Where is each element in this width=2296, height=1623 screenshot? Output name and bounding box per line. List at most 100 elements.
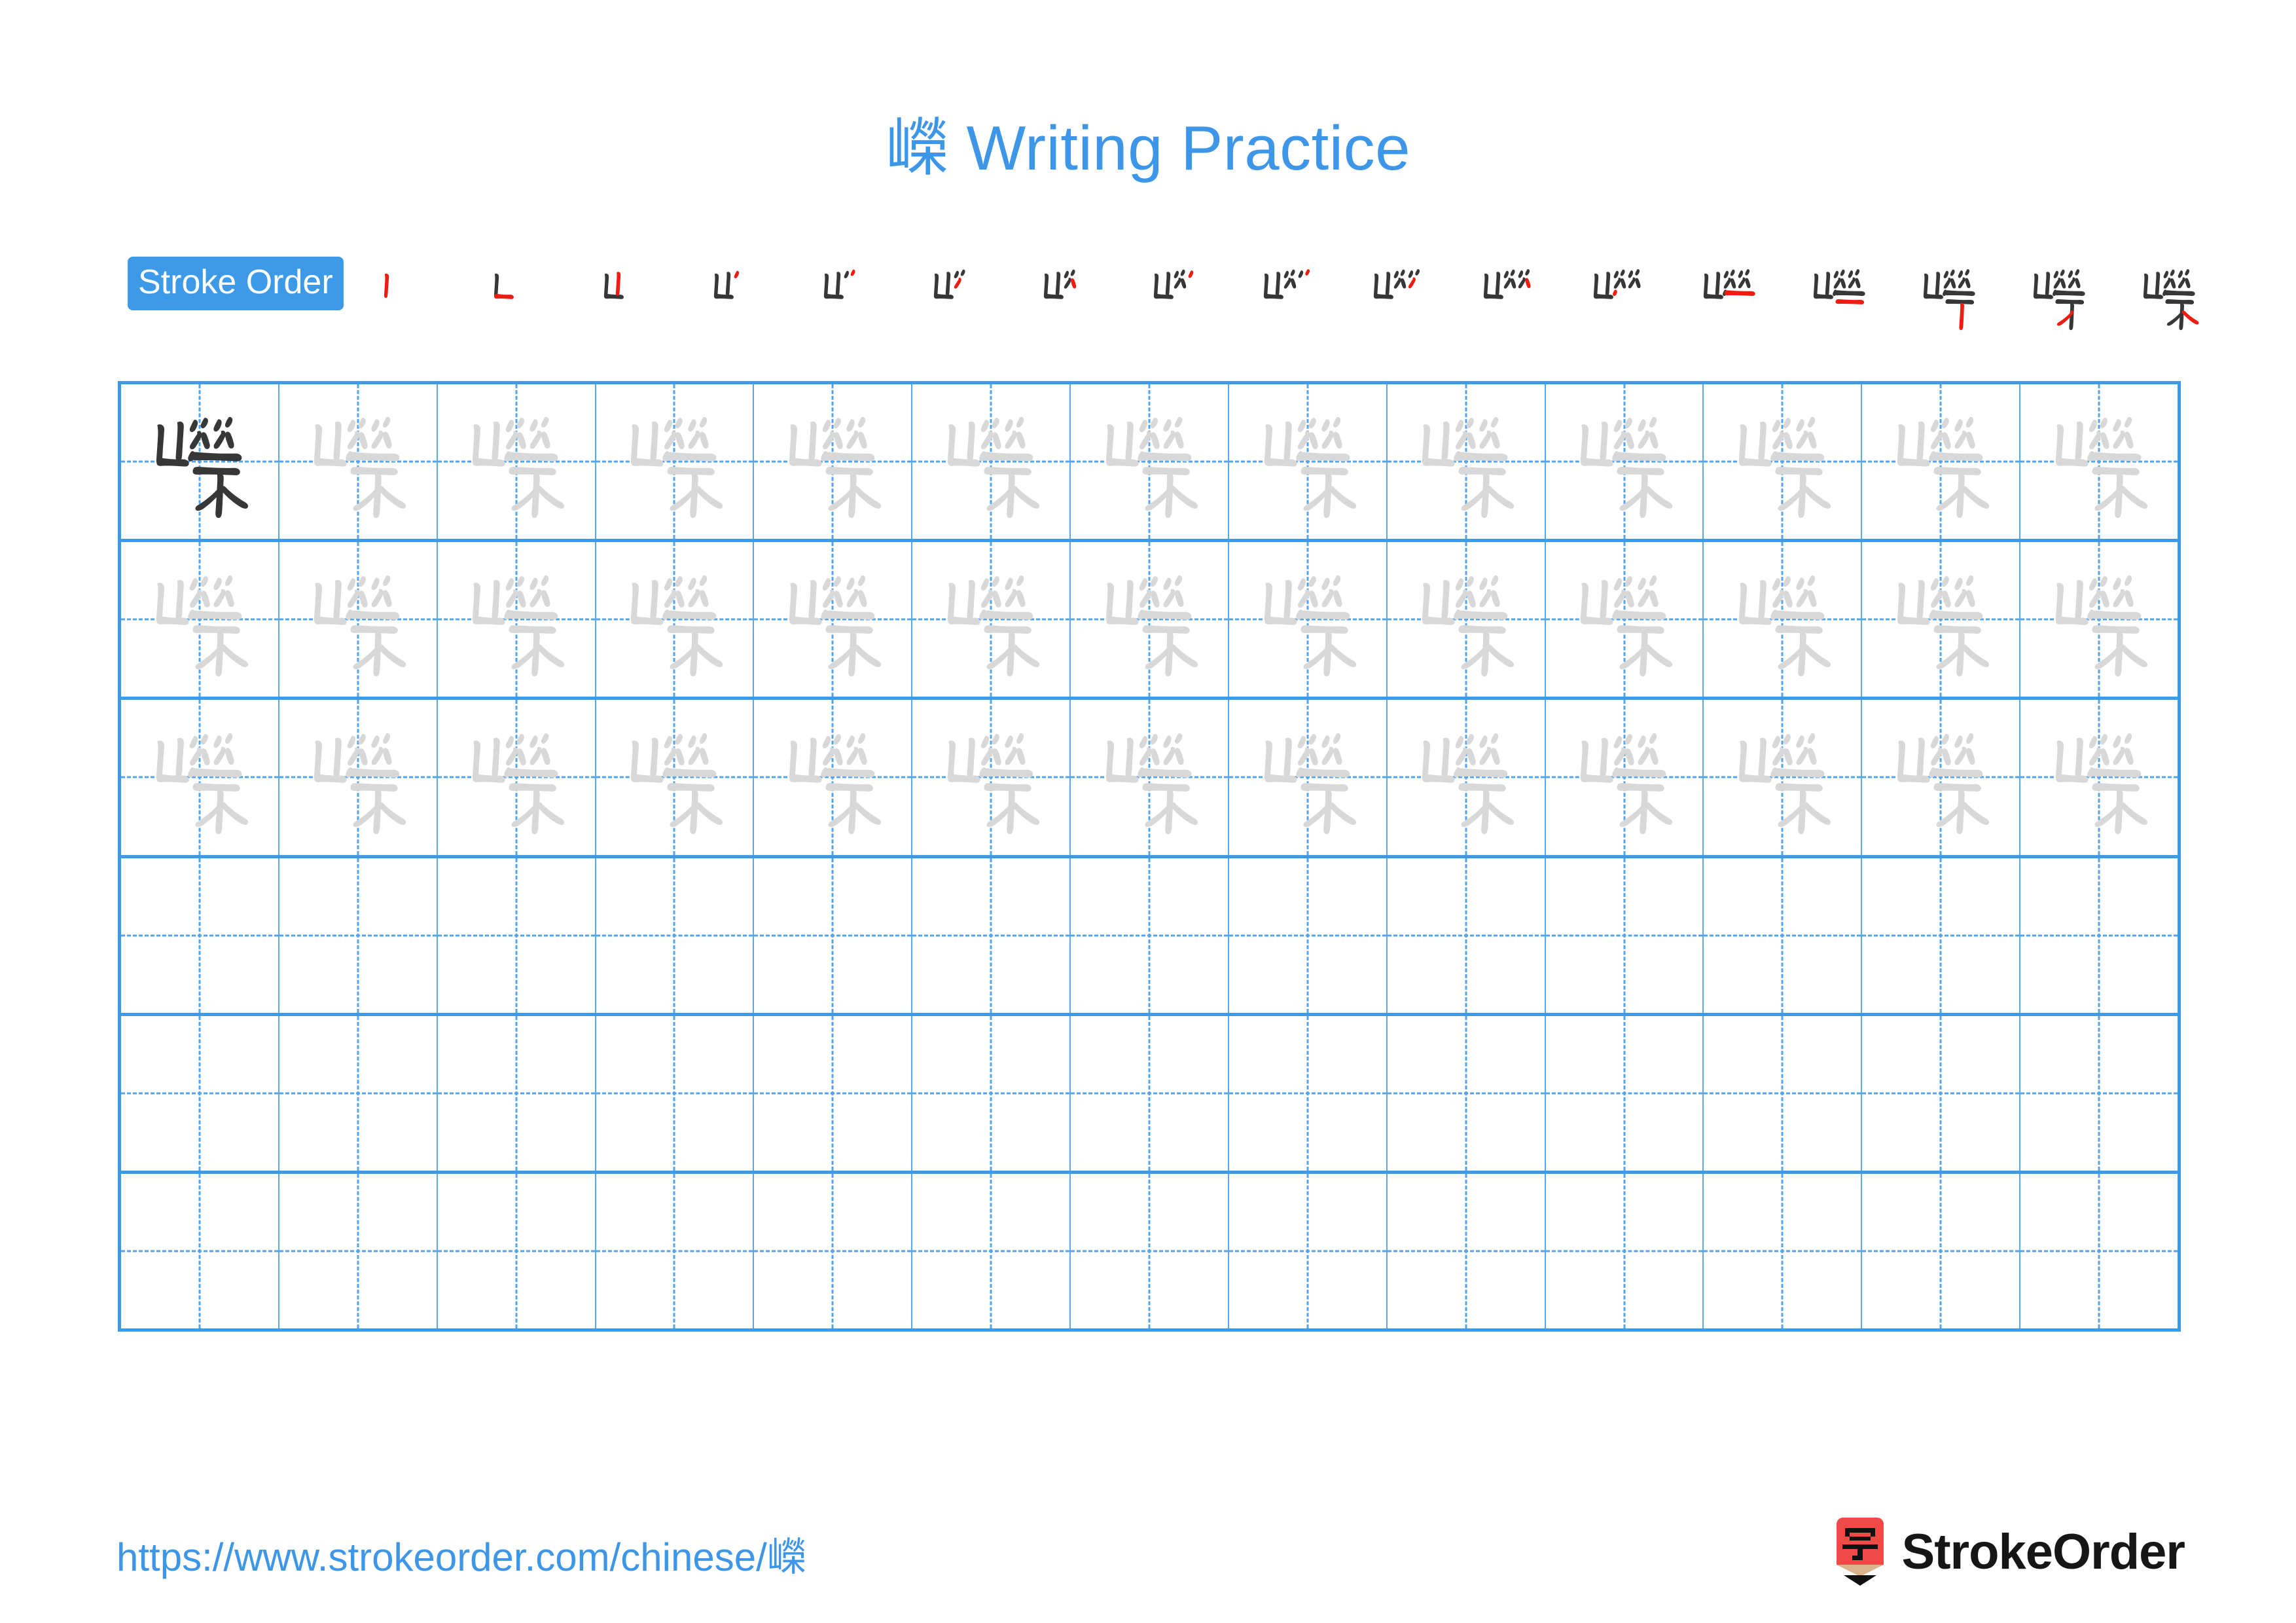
practice-cell-r5c6[interactable] (912, 1015, 1071, 1171)
practice-cell-r4c9[interactable] (1388, 858, 1546, 1013)
practice-cell-r3c1[interactable] (121, 700, 279, 855)
stroke-step-3 (575, 255, 685, 340)
practice-cell-r5c12[interactable] (1862, 1015, 2021, 1171)
trace-character (1229, 700, 1386, 854)
practice-cell-r3c3[interactable] (438, 700, 596, 855)
practice-cell-r1c3[interactable] (438, 384, 596, 539)
practice-cell-r1c10[interactable] (1546, 384, 1704, 539)
practice-cell-r5c2[interactable] (279, 1015, 438, 1171)
practice-cell-r4c1[interactable] (121, 858, 279, 1013)
practice-cell-r6c6[interactable] (912, 1173, 1071, 1329)
practice-cell-r3c10[interactable] (1546, 700, 1704, 855)
practice-cell-r6c8[interactable] (1229, 1173, 1388, 1329)
stroke-step-2 (465, 255, 575, 340)
practice-cell-r1c5[interactable] (754, 384, 913, 539)
practice-cell-r6c12[interactable] (1862, 1173, 2021, 1329)
practice-cell-r1c9[interactable] (1388, 384, 1546, 539)
practice-cell-r2c4[interactable] (596, 542, 755, 697)
practice-cell-r2c2[interactable] (279, 542, 438, 697)
practice-cell-r4c3[interactable] (438, 858, 596, 1013)
practice-cell-r2c12[interactable] (1862, 542, 2021, 697)
practice-cell-r2c13[interactable] (2020, 542, 2178, 697)
trace-character (121, 542, 278, 697)
practice-cell-r4c11[interactable] (1704, 858, 1863, 1013)
practice-cell-r2c5[interactable] (754, 542, 913, 697)
practice-cell-r6c10[interactable] (1546, 1173, 1704, 1329)
practice-cell-r5c10[interactable] (1546, 1015, 1704, 1171)
practice-row-4 (121, 858, 2178, 1016)
practice-cell-r1c13[interactable] (2020, 384, 2178, 539)
trace-character (1546, 700, 1703, 854)
practice-cell-r4c5[interactable] (754, 858, 913, 1013)
practice-cell-r6c3[interactable] (438, 1173, 596, 1329)
practice-cell-r2c10[interactable] (1546, 542, 1704, 697)
trace-character (438, 384, 595, 539)
practice-cell-r2c3[interactable] (438, 542, 596, 697)
practice-cell-r4c8[interactable] (1229, 858, 1388, 1013)
practice-cell-r4c6[interactable] (912, 858, 1071, 1013)
stroke-step-14 (1785, 255, 1895, 340)
practice-cell-r2c1[interactable] (121, 542, 279, 697)
practice-cell-r5c8[interactable] (1229, 1015, 1388, 1171)
practice-cell-r3c2[interactable] (279, 700, 438, 855)
stroke-step-16 (2005, 255, 2115, 340)
practice-cell-r2c11[interactable] (1704, 542, 1863, 697)
stroke-step-5 (795, 255, 905, 340)
practice-cell-r5c1[interactable] (121, 1015, 279, 1171)
practice-cell-r6c9[interactable] (1388, 1173, 1546, 1329)
practice-cell-r5c13[interactable] (2020, 1016, 2178, 1171)
practice-cell-r1c4[interactable] (596, 384, 755, 539)
stroke-step-13 (1675, 255, 1785, 340)
practice-cell-r3c12[interactable] (1862, 700, 2021, 855)
trace-character (1862, 384, 2019, 539)
source-url[interactable]: https://www.strokeorder.com/chinese/嶸 (117, 1525, 806, 1582)
practice-cell-r6c11[interactable] (1704, 1173, 1863, 1329)
practice-cell-r3c7[interactable] (1071, 700, 1229, 855)
practice-cell-r6c2[interactable] (279, 1173, 438, 1329)
practice-cell-r2c8[interactable] (1229, 542, 1388, 697)
practice-cell-r3c11[interactable] (1704, 700, 1863, 855)
practice-cell-r1c7[interactable] (1071, 384, 1229, 539)
practice-cell-r3c8[interactable] (1229, 700, 1388, 855)
practice-cell-r5c9[interactable] (1388, 1015, 1546, 1171)
trace-character (279, 542, 437, 697)
practice-cell-r5c4[interactable] (596, 1015, 755, 1171)
practice-cell-r1c8[interactable] (1229, 384, 1388, 539)
practice-cell-r3c13[interactable] (2020, 700, 2178, 854)
practice-cell-r3c5[interactable] (754, 700, 913, 855)
practice-cell-r6c5[interactable] (754, 1173, 913, 1329)
practice-cell-r1c6[interactable] (912, 384, 1071, 539)
practice-cell-r1c12[interactable] (1862, 384, 2021, 539)
practice-cell-r3c4[interactable] (596, 700, 755, 855)
trace-character (1704, 700, 1861, 854)
practice-cell-r5c3[interactable] (438, 1015, 596, 1171)
trace-character (1546, 542, 1703, 697)
practice-cell-r5c11[interactable] (1704, 1015, 1863, 1171)
practice-cell-r5c5[interactable] (754, 1015, 913, 1171)
practice-cell-r1c1[interactable] (121, 384, 279, 539)
practice-cell-r6c1[interactable] (121, 1173, 279, 1329)
practice-cell-r6c13[interactable] (2020, 1174, 2178, 1328)
practice-cell-r4c4[interactable] (596, 858, 755, 1013)
practice-cell-r5c7[interactable] (1071, 1015, 1229, 1171)
practice-cell-r6c4[interactable] (596, 1173, 755, 1329)
practice-cell-r3c6[interactable] (912, 700, 1071, 855)
practice-cell-r2c7[interactable] (1071, 542, 1229, 697)
practice-cell-r2c9[interactable] (1388, 542, 1546, 697)
practice-cell-r4c7[interactable] (1071, 858, 1229, 1013)
practice-cell-r2c6[interactable] (912, 542, 1071, 697)
practice-cell-r4c10[interactable] (1546, 858, 1704, 1013)
practice-cell-r6c7[interactable] (1071, 1173, 1229, 1329)
practice-cell-r4c13[interactable] (2020, 858, 2178, 1013)
trace-character (912, 700, 1069, 854)
practice-row-3 (121, 700, 2178, 858)
trace-character (1071, 384, 1228, 539)
practice-cell-r1c11[interactable] (1704, 384, 1863, 539)
practice-cell-r1c2[interactable] (279, 384, 438, 539)
practice-cell-r4c12[interactable] (1862, 858, 2021, 1013)
practice-cell-r3c9[interactable] (1388, 700, 1546, 855)
stroke-step-10 (1345, 255, 1455, 340)
stroke-step-17 (2115, 255, 2225, 340)
trace-character (2020, 384, 2178, 539)
practice-cell-r4c2[interactable] (279, 858, 438, 1013)
